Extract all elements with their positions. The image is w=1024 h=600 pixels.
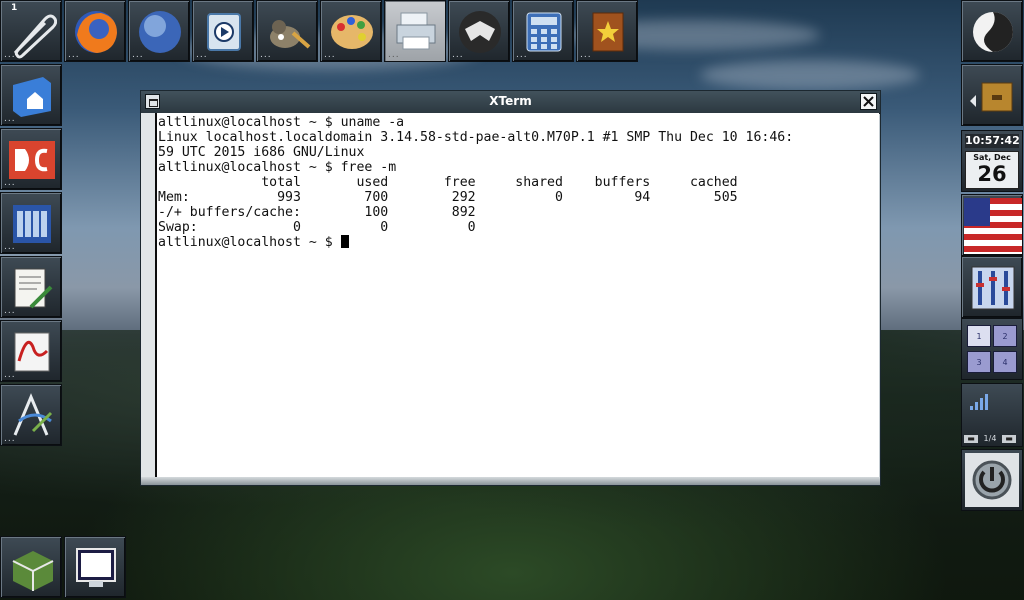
- dock-tile-terminal[interactable]: [64, 536, 126, 598]
- close-button[interactable]: [860, 93, 877, 110]
- terminal-line: 59 UTC 2015 i686 GNU/Linux: [158, 145, 365, 160]
- pager-desktop-4[interactable]: 4: [993, 351, 1017, 373]
- window-bottom-border[interactable]: [141, 477, 880, 485]
- dock-tile-keyboard-layout[interactable]: [961, 194, 1023, 256]
- window-title: XTerm: [489, 94, 532, 108]
- dock-tile-paint[interactable]: ...: [320, 0, 382, 62]
- terminal-line: Mem: 993 700 292 0 94 505: [158, 190, 738, 205]
- dock-tile-gimp[interactable]: ...: [256, 0, 318, 62]
- pager-desktop-1[interactable]: 1: [967, 325, 991, 347]
- cube-icon: [12, 551, 54, 591]
- dock-tile-document-viewer[interactable]: ...: [0, 128, 62, 190]
- dock-tile-moth[interactable]: ...: [448, 0, 510, 62]
- dock-tile-cube[interactable]: [0, 536, 62, 598]
- dock-tile-power[interactable]: [961, 449, 1023, 511]
- terminal-line: -/+ buffers/cache: 100 892: [158, 205, 476, 220]
- network-monitor-widget[interactable]: ▬ 1/4 ▬: [961, 383, 1023, 447]
- us-flag-icon: [964, 198, 1022, 254]
- dock-tile-file-manager[interactable]: ...: [0, 192, 62, 254]
- window-titlebar[interactable]: XTerm: [141, 91, 880, 114]
- prev-page-button[interactable]: ▬: [964, 435, 978, 443]
- pager-desktop-3[interactable]: 3: [967, 351, 991, 373]
- desktop-pager[interactable]: 1 2 3 4: [961, 318, 1023, 380]
- dock-tile-paperclip[interactable]: 1 ...: [0, 0, 62, 62]
- dock-tile-globe[interactable]: ...: [128, 0, 190, 62]
- power-icon: [965, 453, 1019, 507]
- terminal-line: altlinux@localhost ~ $ uname -a: [158, 115, 405, 130]
- page-indicator: 1/4: [983, 434, 997, 443]
- dock-tile-printer[interactable]: ...: [384, 0, 446, 62]
- close-icon: [863, 96, 874, 107]
- app-launcher-icon: [973, 12, 1013, 52]
- terminal-line: Swap: 0 0 0: [158, 220, 476, 235]
- network-signal-icon: [970, 394, 988, 410]
- pager-desktop-2[interactable]: 2: [993, 325, 1017, 347]
- dock-tile-media-player[interactable]: ...: [192, 0, 254, 62]
- dock-tile-bookmarks[interactable]: ...: [576, 0, 638, 62]
- terminal-icon: [76, 548, 116, 587]
- terminal-line: total used free shared buffers cached: [158, 175, 738, 190]
- dock-tile-text-editor[interactable]: ...: [0, 256, 62, 318]
- terminal-screen[interactable]: altlinux@localhost ~ $ uname -a Linux lo…: [157, 113, 879, 477]
- scrollbar[interactable]: [141, 113, 157, 477]
- text-cursor: [340, 235, 349, 248]
- xterm-window[interactable]: XTerm altlinux@localhost ~ $ uname -a Li…: [140, 90, 881, 486]
- terminal-line: Linux localhost.localdomain 3.14.58-std-…: [158, 130, 794, 145]
- dock-tile-mixer[interactable]: [961, 256, 1023, 318]
- background-cloud: [700, 60, 920, 90]
- drawer-icon: [970, 82, 1013, 112]
- dock-tile-calculator[interactable]: ...: [512, 0, 574, 62]
- clock-calendar-widget[interactable]: 10:57:42 Sat, Dec 26: [961, 130, 1023, 192]
- terminal-line: altlinux@localhost ~ $ free -m: [158, 160, 397, 175]
- dock-tile-app-launcher[interactable]: [961, 0, 1023, 62]
- clock-time: 10:57:42: [965, 134, 1020, 148]
- terminal-prompt: altlinux@localhost ~ $: [158, 235, 341, 250]
- dock-tile-vector-draw[interactable]: ...: [0, 384, 62, 446]
- calendar-date-number: 26: [977, 162, 1007, 186]
- next-page-button[interactable]: ▬: [1001, 435, 1016, 443]
- dock-tile-pdf-reader[interactable]: ...: [0, 320, 62, 382]
- dock-tile-home[interactable]: ...: [0, 64, 62, 126]
- calendar-date: Sat, Dec 26: [965, 151, 1019, 189]
- dock-tile-drawer[interactable]: [961, 64, 1023, 126]
- mixer-icon: [971, 266, 1015, 310]
- dock-tile-firefox[interactable]: ...: [64, 0, 126, 62]
